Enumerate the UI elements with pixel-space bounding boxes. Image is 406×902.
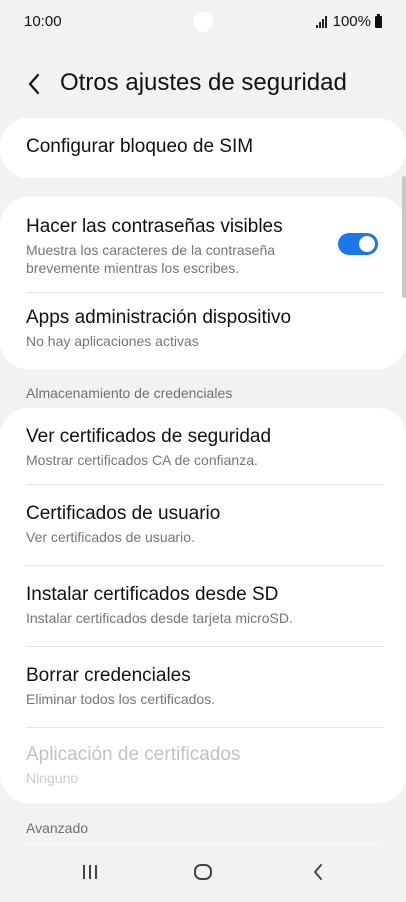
install-certificates-sd-item[interactable]: Instalar certificados desde SD Instalar … [0,566,406,647]
sim-card: Configurar bloqueo de SIM [0,118,406,178]
install-certificates-sd-title: Instalar certificados desde SD [26,584,279,605]
device-admin-apps-title: Apps administración dispositivo [26,307,292,328]
camera-cutout [193,12,213,32]
visible-passwords-toggle[interactable] [338,233,378,255]
visible-passwords-title: Hacer las contraseñas visibles [26,216,283,237]
battery-percentage: 100% [332,13,371,30]
home-icon [194,864,212,880]
signal-icon [315,15,327,28]
sim-lock-item[interactable]: Configurar bloqueo de SIM [0,118,406,178]
install-certificates-sd-subtitle: Instalar certificados desde tarjeta micr… [26,610,293,626]
page-title: Otros ajustes de seguridad [60,69,347,96]
visible-passwords-item[interactable]: Hacer las contraseñas visibles Muestra l… [0,197,406,293]
certificate-app-item: Aplicación de certificados Ninguno [0,728,406,803]
back-icon [314,864,322,880]
user-certificates-title: Certificados de usuario [26,503,221,524]
view-security-certificates-subtitle: Mostrar certificados CA de confianza. [26,452,258,468]
view-security-certificates-item[interactable]: Ver certificados de seguridad Mostrar ce… [0,408,406,485]
credentials-card: Ver certificados de seguridad Mostrar ce… [0,408,406,803]
clear-credentials-item[interactable]: Borrar credenciales Eliminar todos los c… [0,647,406,728]
device-admin-apps-subtitle: No hay aplicaciones activas [26,333,199,349]
toggle-knob [359,236,375,252]
section-label-advanced: Avanzado [26,820,89,836]
clear-credentials-title: Borrar credenciales [26,665,191,686]
status-icons: 100% [315,13,382,30]
certificate-app-title: Aplicación de certificados [26,744,241,765]
status-time: 10:00 [24,13,62,30]
sim-lock-title: Configurar bloqueo de SIM [26,136,254,157]
user-certificates-item[interactable]: Certificados de usuario Ver certificados… [0,485,406,566]
section-label-credentials: Almacenamiento de credenciales [26,385,233,401]
status-bar: 10:00 100% [0,0,406,44]
navigation-bar [0,844,406,902]
home-button[interactable] [183,856,223,888]
certificate-app-subtitle: Ninguno [26,770,79,786]
app-header: Otros ajustes de seguridad [0,56,406,112]
back-nav-button[interactable] [298,856,338,888]
clear-credentials-subtitle: Eliminar todos los certificados. [26,691,216,707]
battery-icon [375,13,382,28]
passwords-card: Hacer las contraseñas visibles Muestra l… [0,197,406,369]
device-admin-apps-item[interactable]: Apps administración dispositivo No hay a… [0,293,406,369]
scrollbar[interactable] [402,176,406,298]
recent-apps-icon [83,865,97,879]
recent-apps-button[interactable] [70,856,110,888]
back-arrow-icon [28,73,40,95]
view-security-certificates-title: Ver certificados de seguridad [26,426,272,447]
user-certificates-subtitle: Ver certificados de usuario. [26,529,195,545]
visible-passwords-subtitle: Muestra los caracteres de la contraseña … [26,242,276,276]
back-button[interactable] [18,68,50,100]
